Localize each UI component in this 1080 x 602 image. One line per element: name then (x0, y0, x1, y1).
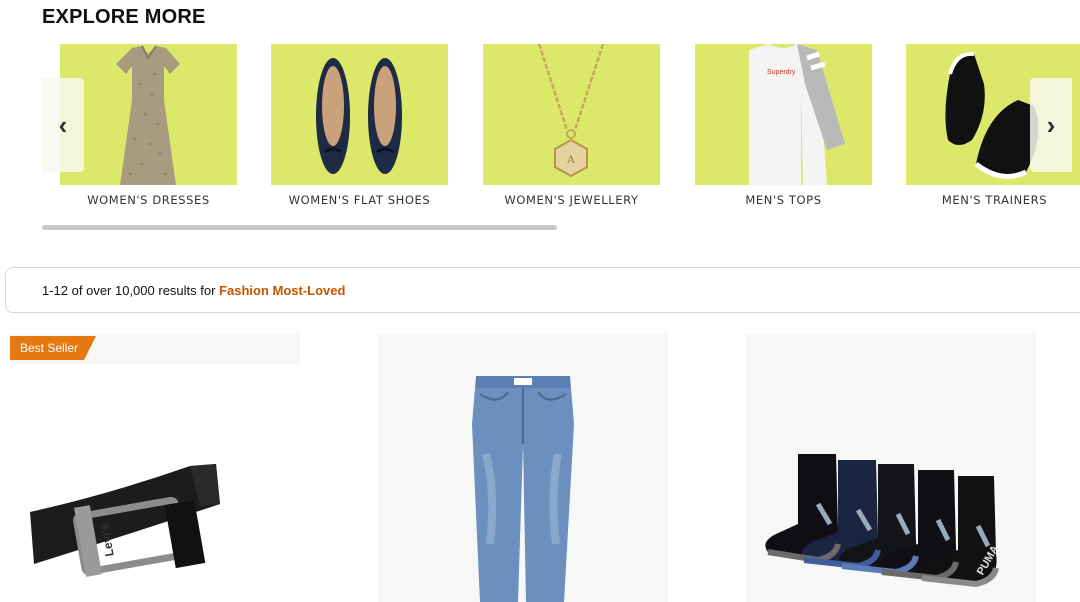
product-card-jeans[interactable] (378, 334, 668, 602)
flat-shoes-icon (271, 44, 448, 185)
explore-more-heading: EXPLORE MORE (42, 6, 206, 28)
dress-icon (60, 44, 237, 185)
product-card-socks[interactable]: PUMA (746, 334, 1036, 602)
carousel-scrollbar[interactable] (42, 225, 1042, 230)
carousel-next-button[interactable]: › (1030, 78, 1072, 172)
best-seller-badge: Best Seller (10, 336, 97, 360)
category-label: WOMEN'S FLAT SHOES (288, 193, 431, 207)
jeans-image (472, 376, 574, 602)
category-label: MEN'S TOPS (745, 193, 822, 207)
necklace-icon: A (483, 44, 660, 185)
results-summary-bar: 1-12 of over 10,000 results for Fashion … (5, 267, 1080, 313)
svg-text:A: A (567, 152, 576, 166)
top-icon: Superdry (695, 44, 872, 185)
category-tile-mens-tops[interactable]: Superdry MEN'S TOPS (695, 44, 872, 207)
results-query: Fashion Most-Loved (219, 283, 346, 298)
category-label: MEN'S TRAINERS (941, 193, 1048, 207)
category-carousel: WOMEN'S DRESSES WOMEN'S FLAT SHOES A WOM… (42, 44, 1080, 229)
belt-image: Levi's (10, 364, 300, 602)
category-label: WOMEN'S JEWELLERY (504, 193, 639, 207)
carousel-scrollbar-thumb[interactable] (42, 225, 557, 230)
category-tile-womens-flat-shoes[interactable]: WOMEN'S FLAT SHOES (271, 44, 448, 207)
svg-text:Superdry: Superdry (767, 69, 796, 76)
carousel-prev-button[interactable]: ‹ (42, 78, 84, 172)
results-count-text: 1-12 of over 10,000 results for (42, 283, 220, 298)
category-label: WOMEN'S DRESSES (87, 193, 210, 207)
socks-image: PUMA (765, 454, 1001, 588)
category-tile-womens-jewellery[interactable]: A WOMEN'S JEWELLERY (483, 44, 660, 207)
category-tile-womens-dresses[interactable]: WOMEN'S DRESSES (60, 44, 237, 207)
product-card-belt[interactable]: Levi's (10, 334, 300, 602)
results-summary: 1-12 of over 10,000 results for Fashion … (42, 283, 345, 298)
